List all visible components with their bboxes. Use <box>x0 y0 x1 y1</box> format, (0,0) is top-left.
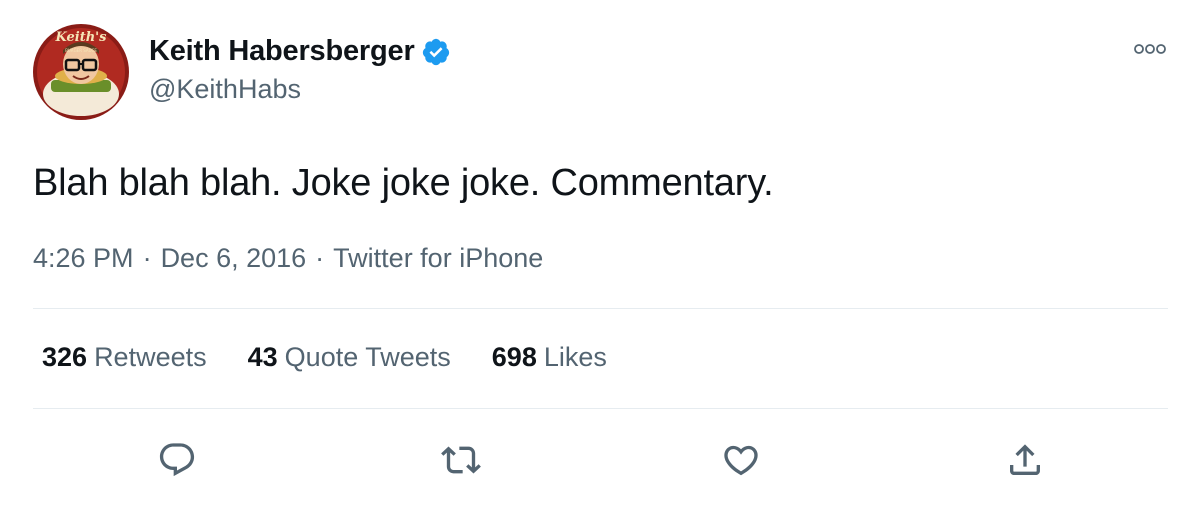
quote-tweets-stat[interactable]: 43 Quote Tweets <box>248 342 451 373</box>
tweet-metadata: 4:26 PM · Dec 6, 2016 · Twitter for iPho… <box>33 243 543 274</box>
retweets-label: Retweets <box>94 342 207 372</box>
tweet-actions-bar <box>0 436 1202 484</box>
tweet-time[interactable]: 4:26 PM <box>33 243 134 274</box>
likes-stat[interactable]: 698 Likes <box>492 342 607 373</box>
retweet-button[interactable] <box>437 436 485 484</box>
author-name-row: Keith Habersberger <box>149 32 451 70</box>
author-handle[interactable]: @KeithHabs <box>149 74 451 105</box>
share-icon <box>1010 444 1040 475</box>
quote-tweets-label: Quote Tweets <box>284 342 451 372</box>
engagement-stats: 326 Retweets 43 Quote Tweets 698 Likes <box>42 342 648 373</box>
avatar-logo-text: Keith's <box>55 30 108 45</box>
meta-separator: · <box>315 243 325 273</box>
retweets-count: 326 <box>42 342 88 372</box>
like-icon <box>724 445 758 476</box>
retweets-stat[interactable]: 326 Retweets <box>42 342 207 373</box>
author-name[interactable]: Keith Habersberger <box>149 35 415 68</box>
avatar-image: Keith's BURGER SAUCE <box>33 24 129 120</box>
author-block: Keith Habersberger @KeithHabs <box>149 32 451 105</box>
likes-count: 698 <box>491 342 537 372</box>
meta-separator: · <box>142 243 152 273</box>
reply-icon <box>159 443 195 477</box>
divider <box>33 408 1168 409</box>
svg-text:BURGER SAUCE: BURGER SAUCE <box>65 48 97 53</box>
more-options-button[interactable] <box>1132 38 1168 60</box>
share-button[interactable] <box>1001 436 1049 484</box>
more-icon <box>1134 44 1166 54</box>
tweet-text: Blah blah blah. Joke joke joke. Commenta… <box>33 162 774 204</box>
tweet-card: Keith's BURGER SAUCE Keith Habersberger … <box>0 0 1202 508</box>
retweet-icon <box>441 446 481 474</box>
tweet-date[interactable]: Dec 6, 2016 <box>161 243 307 274</box>
divider <box>33 308 1168 309</box>
quote-tweets-count: 43 <box>247 342 278 372</box>
verified-badge-icon <box>421 37 451 67</box>
like-button[interactable] <box>717 436 765 484</box>
author-avatar[interactable]: Keith's BURGER SAUCE <box>33 24 129 120</box>
tweet-source[interactable]: Twitter for iPhone <box>333 243 543 274</box>
likes-label: Likes <box>543 342 607 372</box>
reply-button[interactable] <box>153 436 201 484</box>
